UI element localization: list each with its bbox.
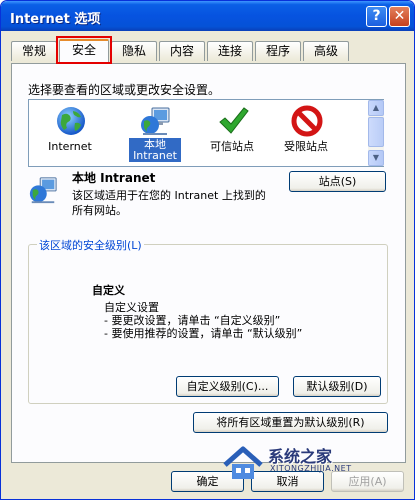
zone-label: Internet (48, 140, 92, 153)
tab-advanced[interactable]: 高级 (303, 41, 349, 61)
security-tab-panel: 选择要查看的区域或更改安全设置。 Internet 本地 Intranet 可信… (11, 63, 406, 463)
help-button[interactable]: ? (366, 6, 387, 27)
tab-content[interactable]: 内容 (159, 41, 205, 61)
zone-item-internet[interactable]: Internet (35, 103, 105, 163)
tab-highlight-box (56, 36, 112, 64)
zone-list-scrollbar[interactable]: ▲ ▼ (368, 100, 384, 166)
local-intranet-icon (141, 107, 170, 135)
local-intranet-icon (29, 177, 57, 204)
close-button[interactable]: ✕ (389, 6, 410, 27)
tab-connections[interactable]: 连接 (207, 41, 253, 61)
security-level-hint-default: - 要使用推荐的设置，请单击 “默认级别” (104, 327, 303, 340)
scroll-up-arrow-icon[interactable]: ▲ (368, 100, 384, 116)
scroll-thumb[interactable] (368, 117, 384, 147)
zone-prompt: 选择要查看的区域或更改安全设置。 (28, 83, 221, 97)
title-bar[interactable]: Internet 选项 ? ✕ (1, 1, 414, 31)
watermark-subtitle: XITONGZHIJIA.NET (270, 464, 352, 473)
house-logo-icon (223, 446, 263, 479)
tab-privacy[interactable]: 隐私 (111, 41, 157, 61)
tab-general[interactable]: 常规 (11, 41, 57, 61)
zone-item-trusted-sites[interactable]: 可信站点 (197, 103, 267, 163)
tab-programs[interactable]: 程序 (255, 41, 301, 61)
checkmark-icon (219, 107, 249, 134)
window-title: Internet 选项 (10, 12, 101, 27)
selected-zone-description: 该区域适用于在您的 Intranet 上找到的所有网站。 (72, 189, 266, 217)
zone-label: 可信站点 (210, 140, 254, 153)
site-watermark: 系统之家 XITONGZHIJIA.NET (221, 441, 396, 491)
reset-all-zones-button[interactable]: 将所有区域重置为默认级别(R) (193, 412, 388, 433)
selected-zone-name: 本地 Intranet (72, 171, 156, 185)
globe-icon (57, 107, 85, 135)
zone-label: 本地 Intranet (129, 138, 181, 162)
zone-item-local-intranet[interactable]: 本地 Intranet (119, 103, 189, 163)
security-level-group: 该区域的安全级别(L) 自定义 自定义设置 - 要更改设置，请单击 “自定义级别… (28, 237, 388, 404)
custom-level-button[interactable]: 自定义级别(C)... (176, 376, 279, 397)
security-level-legend: 该区域的安全级别(L) (37, 237, 144, 253)
zone-list[interactable]: Internet 本地 Intranet 可信站点 受限站点 ▲ ▼ (28, 99, 384, 167)
security-level-name: 自定义 (92, 284, 125, 297)
prohibited-icon (291, 105, 323, 137)
internet-options-window: Internet 选项 ? ✕ 常规 安全 隐私 内容 连接 程序 高级 选择要… (0, 0, 415, 500)
zone-label: 受限站点 (284, 140, 328, 153)
default-level-button[interactable]: 默认级别(D) (293, 376, 381, 397)
scroll-down-arrow-icon[interactable]: ▼ (368, 150, 384, 166)
zone-item-restricted-sites[interactable]: 受限站点 (271, 103, 341, 163)
sites-button[interactable]: 站点(S) (289, 171, 386, 192)
